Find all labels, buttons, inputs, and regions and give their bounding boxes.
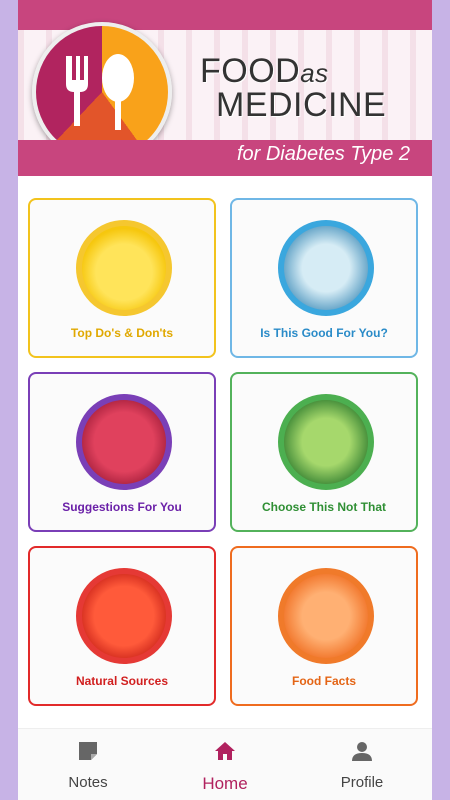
card-label: Is This Good For You?	[260, 326, 388, 340]
card-label: Food Facts	[291, 674, 356, 688]
nav-home-label: Home	[202, 774, 248, 793]
nav-profile-label: Profile	[340, 774, 384, 791]
nav-notes-label: Notes	[68, 774, 108, 791]
pepper-icon	[76, 568, 172, 664]
card-label: Suggestions For You	[62, 500, 182, 514]
nav-notes[interactable]: Notes	[38, 739, 138, 791]
card-food-facts[interactable]: Food Facts	[230, 546, 418, 706]
person-icon	[350, 739, 374, 763]
nav-home[interactable]: Home	[175, 739, 275, 794]
home-icon	[213, 739, 237, 763]
notes-icon	[76, 739, 100, 763]
app-title-medicine: MEDICINE	[216, 86, 387, 124]
tagline: for Diabetes Type 2	[236, 143, 410, 165]
card-is-this-good[interactable]: Is This Good For You?	[230, 198, 418, 358]
card-natural-sources[interactable]: Natural Sources	[28, 546, 216, 706]
card-suggestions[interactable]: Suggestions For You	[28, 372, 216, 532]
card-label: Top Do's & Don'ts	[70, 326, 174, 340]
header-banner: FOODas MEDICINE for Diabetes Type 2	[18, 0, 432, 176]
lemon-icon	[76, 220, 172, 316]
cabbage-icon	[278, 220, 374, 316]
nav-profile[interactable]: Profile	[312, 739, 412, 791]
card-label: Choose This Not That	[262, 500, 386, 514]
carrot-icon	[278, 568, 374, 664]
card-top-dos-donts[interactable]: Top Do's & Don'ts	[28, 198, 216, 358]
raspberry-icon	[76, 394, 172, 490]
card-choose-this[interactable]: Choose This Not That	[230, 372, 418, 532]
broccoli-icon	[278, 394, 374, 490]
bottom-navigation: Notes Home Profile	[18, 728, 432, 800]
card-label: Natural Sources	[75, 674, 169, 688]
app-screen: FOODas MEDICINE for Diabetes Type 2 Top …	[18, 0, 432, 800]
